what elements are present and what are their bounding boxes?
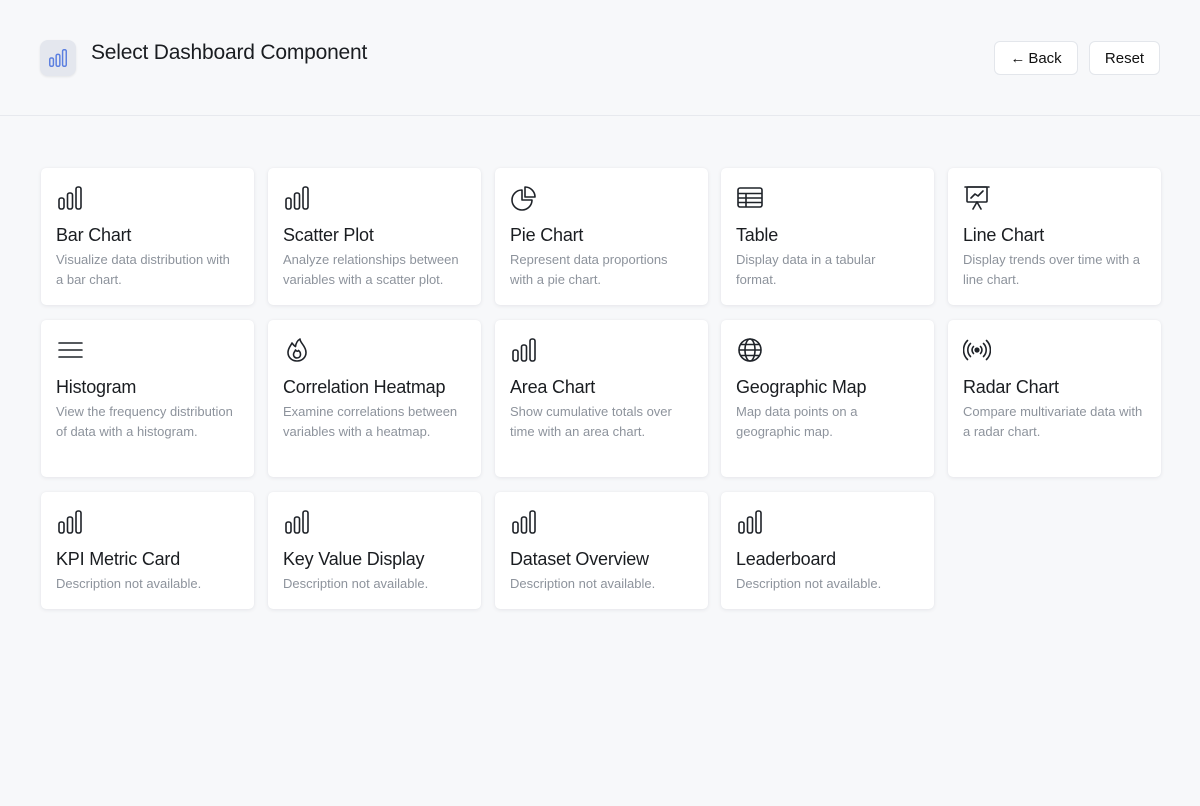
back-button-label: Back bbox=[1028, 49, 1062, 67]
card-title: Scatter Plot bbox=[283, 225, 374, 245]
bar-chart-icon bbox=[283, 508, 311, 536]
card-title: Key Value Display bbox=[283, 549, 425, 569]
bar-chart-icon bbox=[49, 49, 67, 67]
card-title: Bar Chart bbox=[56, 225, 132, 245]
component-card-kpi-metric-card[interactable]: KPI Metric Card Description not availabl… bbox=[41, 492, 254, 609]
component-card-geographic-map[interactable]: Geographic Map Map data points on a geog… bbox=[721, 320, 934, 477]
header: Select Dashboard Component ← Back Reset bbox=[0, 0, 1200, 116]
bar-chart-icon bbox=[510, 336, 538, 364]
card-description: Display trends over time with a line cha… bbox=[963, 252, 1141, 287]
card-description: Display data in a tabular format. bbox=[736, 252, 876, 287]
component-card-scatter-plot[interactable]: Scatter Plot Analyze relationships betwe… bbox=[268, 168, 481, 305]
component-card-leaderboard[interactable]: Leaderboard Description not available. bbox=[721, 492, 934, 609]
bar-chart-icon bbox=[510, 508, 538, 536]
card-title: KPI Metric Card bbox=[56, 549, 181, 569]
card-title: Correlation Heatmap bbox=[283, 377, 446, 397]
card-title: Line Chart bbox=[963, 225, 1045, 245]
card-description: Description not available. bbox=[510, 576, 656, 591]
app-logo bbox=[40, 40, 76, 76]
globe-icon bbox=[736, 336, 764, 364]
reset-button[interactable]: Reset bbox=[1089, 41, 1160, 75]
component-card-bar-chart[interactable]: Bar Chart Visualize data distribution wi… bbox=[41, 168, 254, 305]
card-description: Represent data proportions with a pie ch… bbox=[510, 252, 668, 287]
card-description: Map data points on a geographic map. bbox=[736, 404, 858, 439]
card-title: Pie Chart bbox=[510, 225, 584, 245]
component-card-key-value-display[interactable]: Key Value Display Description not availa… bbox=[268, 492, 481, 609]
card-description: Description not available. bbox=[56, 576, 202, 591]
card-title: Radar Chart bbox=[963, 377, 1059, 397]
pie-chart-icon bbox=[510, 184, 538, 212]
reset-button-label: Reset bbox=[1104, 49, 1145, 67]
card-description: Description not available. bbox=[736, 576, 882, 591]
fire-icon bbox=[283, 336, 311, 364]
card-title: Geographic Map bbox=[736, 377, 867, 397]
card-description: Compare multivariate data with a radar c… bbox=[963, 404, 1143, 439]
component-card-line-chart[interactable]: Line Chart Display trends over time with… bbox=[948, 168, 1161, 305]
card-description: Description not available. bbox=[283, 576, 429, 591]
component-card-dataset-overview[interactable]: Dataset Overview Description not availab… bbox=[495, 492, 708, 609]
card-title: Histogram bbox=[56, 377, 137, 397]
component-card-correlation-heatmap[interactable]: Correlation Heatmap Examine correlations… bbox=[268, 320, 481, 477]
card-description: Examine correlations between variables w… bbox=[283, 404, 458, 439]
arrow-left-icon: ← bbox=[1010, 49, 1026, 67]
back-button[interactable]: ← Back bbox=[994, 41, 1078, 75]
card-title: Leaderboard bbox=[736, 549, 836, 569]
card-description: View the frequency distribution of data … bbox=[56, 404, 233, 439]
card-description: Show cumulative totals over time with an… bbox=[510, 404, 672, 439]
card-title: Area Chart bbox=[510, 377, 596, 397]
bar-chart-icon bbox=[283, 184, 311, 212]
component-card-pie-chart[interactable]: Pie Chart Represent data proportions wit… bbox=[495, 168, 708, 305]
menu-lines-icon bbox=[56, 336, 84, 364]
signal-broadcast-icon bbox=[963, 336, 991, 364]
component-card-histogram[interactable]: Histogram View the frequency distributio… bbox=[41, 320, 254, 477]
bar-chart-icon bbox=[736, 508, 764, 536]
card-title: Dataset Overview bbox=[510, 549, 649, 569]
bar-chart-icon bbox=[56, 184, 84, 212]
presentation-chart-icon bbox=[963, 184, 991, 212]
card-title: Table bbox=[736, 225, 779, 245]
card-description: Visualize data distribution with a bar c… bbox=[56, 252, 230, 287]
component-card-area-chart[interactable]: Area Chart Show cumulative totals over t… bbox=[495, 320, 708, 477]
table-icon bbox=[736, 184, 764, 212]
component-card-radar-chart[interactable]: Radar Chart Compare multivariate data wi… bbox=[948, 320, 1161, 477]
component-card-table[interactable]: Table Display data in a tabular format. bbox=[721, 168, 934, 305]
card-description: Analyze relationships between variables … bbox=[283, 252, 459, 287]
bar-chart-icon bbox=[56, 508, 84, 536]
page-title: Select Dashboard Component bbox=[91, 41, 368, 64]
